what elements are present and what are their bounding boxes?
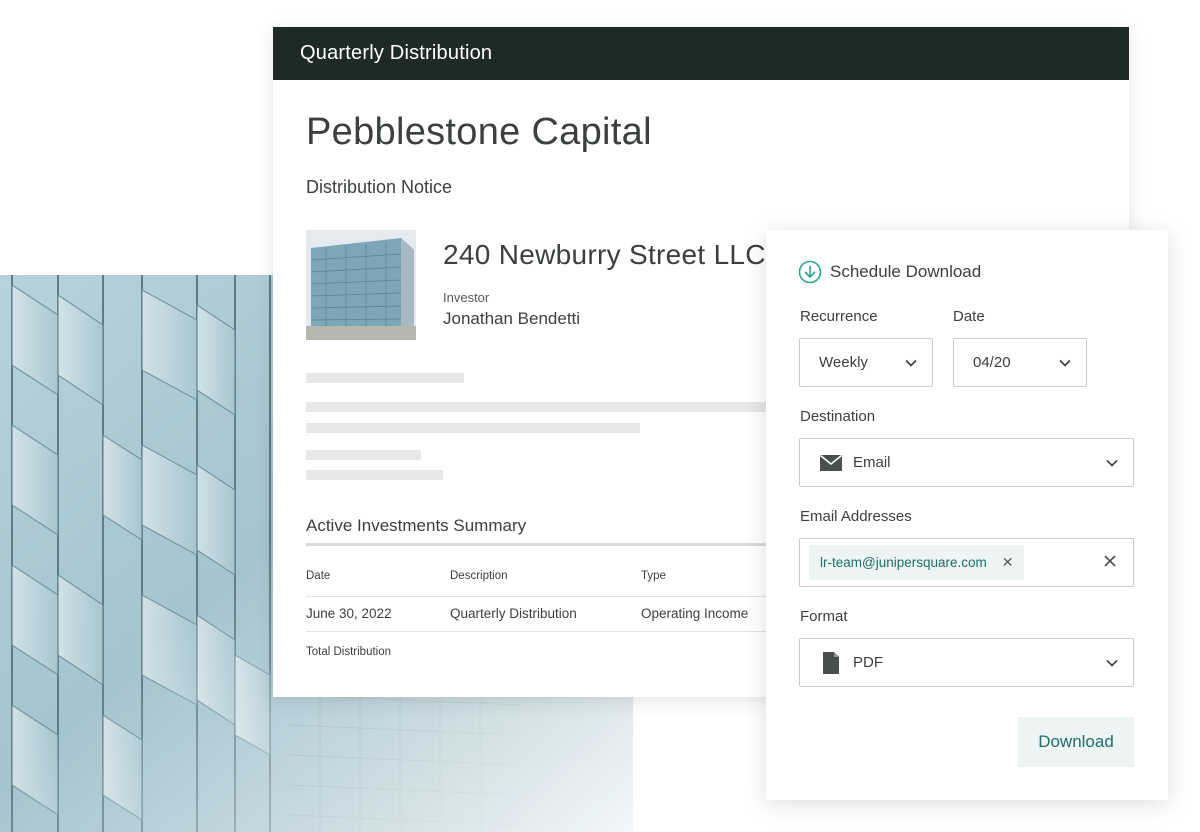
column-header-description: Description <box>450 570 508 582</box>
email-chip: lr-team@junipersquare.com ✕ <box>809 545 1024 580</box>
table-cell-date: June 30, 2022 <box>306 606 392 621</box>
document-icon <box>819 651 843 675</box>
chevron-down-icon <box>1059 359 1071 367</box>
destination-value: Email <box>853 454 891 471</box>
table-divider <box>306 631 776 632</box>
download-circle-icon <box>798 260 822 284</box>
date-select[interactable]: 04/20 <box>953 338 1087 387</box>
panel-title: Schedule Download <box>798 260 981 284</box>
table-cell-description: Quarterly Distribution <box>450 606 577 621</box>
total-distribution-label: Total Distribution <box>306 646 392 658</box>
investor-name: Jonathan Bendetti <box>443 309 581 328</box>
chevron-down-icon <box>1106 459 1118 467</box>
company-name: Pebblestone Capital <box>306 111 652 153</box>
skeleton-line <box>306 450 421 460</box>
column-header-type: Type <box>641 570 666 582</box>
table-divider <box>306 596 776 597</box>
chevron-down-icon <box>1106 659 1118 667</box>
email-addresses-label: Email Addresses <box>800 508 912 525</box>
format-label: Format <box>800 608 848 625</box>
format-value: PDF <box>853 654 883 671</box>
property-photo <box>306 230 416 340</box>
remove-email-icon[interactable]: ✕ <box>1002 554 1014 571</box>
skeleton-line <box>306 373 464 383</box>
summary-title: Active Investments Summary <box>306 516 527 535</box>
email-addresses-field[interactable]: lr-team@junipersquare.com ✕ <box>799 538 1134 587</box>
notice-subtitle: Distribution Notice <box>306 177 453 197</box>
skeleton-line <box>306 470 443 480</box>
skeleton-line <box>306 423 640 433</box>
date-value: 04/20 <box>973 354 1011 371</box>
format-select[interactable]: PDF <box>799 638 1134 687</box>
property-name: 240 Newburry Street LLC <box>443 239 766 270</box>
notice-header-title: Quarterly Distribution <box>300 42 493 64</box>
chevron-down-icon <box>905 359 917 367</box>
recurrence-label: Recurrence <box>800 308 878 325</box>
destination-label: Destination <box>800 408 876 425</box>
envelope-icon <box>819 451 843 475</box>
recurrence-value: Weekly <box>819 354 868 371</box>
download-button[interactable]: Download <box>1018 717 1134 767</box>
summary-divider <box>306 543 776 546</box>
destination-select[interactable]: Email <box>799 438 1134 487</box>
recurrence-select[interactable]: Weekly <box>799 338 933 387</box>
panel-title-text: Schedule Download <box>830 262 982 281</box>
skeleton-line <box>306 402 776 412</box>
date-label: Date <box>953 308 985 325</box>
schedule-download-panel: Schedule Download Recurrence Date Weekly… <box>766 230 1168 800</box>
clear-all-icon[interactable] <box>1101 552 1119 570</box>
investor-label: Investor <box>443 290 490 305</box>
email-chip-text: lr-team@junipersquare.com <box>820 555 987 570</box>
notice-header: Quarterly Distribution <box>273 27 1129 80</box>
column-header-date: Date <box>306 570 331 582</box>
table-cell-type: Operating Income <box>641 606 749 621</box>
